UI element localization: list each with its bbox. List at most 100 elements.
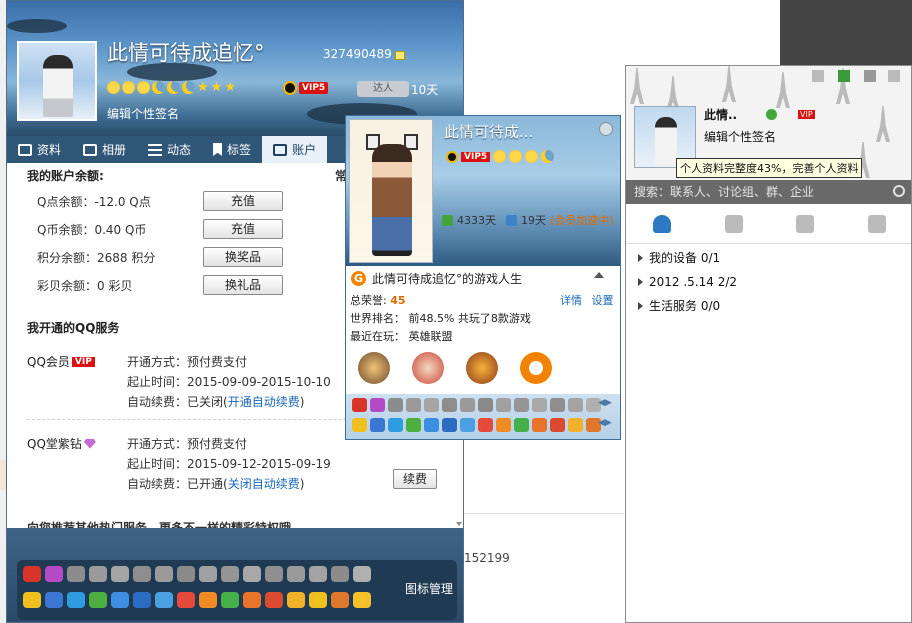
qq-show-icon[interactable] bbox=[352, 398, 367, 412]
online-status-icon[interactable] bbox=[766, 109, 777, 120]
service-icon[interactable] bbox=[442, 418, 457, 432]
game-icon[interactable] bbox=[412, 352, 444, 384]
service-icon[interactable] bbox=[568, 418, 583, 432]
service-icon[interactable] bbox=[568, 398, 583, 412]
group-life-services[interactable]: 生活服务 0/0 bbox=[626, 294, 911, 318]
service-icon[interactable] bbox=[478, 398, 493, 412]
enable-autorenew-link[interactable]: 开通自动续费 bbox=[228, 395, 300, 409]
chat-icon[interactable] bbox=[724, 214, 743, 233]
service-icon[interactable] bbox=[287, 592, 305, 608]
tab-profile[interactable]: 资料 bbox=[7, 136, 72, 163]
service-icon[interactable] bbox=[532, 398, 547, 412]
icon-page-arrows[interactable]: ◀▶ bbox=[598, 418, 612, 428]
service-icon[interactable] bbox=[89, 592, 107, 608]
redeem-gift-button[interactable]: 换礼品 bbox=[203, 275, 283, 295]
mail-icon[interactable] bbox=[177, 592, 195, 608]
service-icon[interactable] bbox=[155, 592, 173, 608]
book-icon[interactable] bbox=[265, 566, 283, 582]
service-icon[interactable] bbox=[155, 566, 173, 582]
service-icon[interactable] bbox=[199, 592, 217, 608]
tab-album[interactable]: 相册 bbox=[72, 136, 137, 163]
clover-icon[interactable] bbox=[514, 418, 529, 432]
icon-page-arrows[interactable]: ◀▶ bbox=[598, 398, 612, 408]
service-icon[interactable] bbox=[352, 418, 367, 432]
service-icon[interactable] bbox=[496, 398, 511, 412]
qq-show-avatar[interactable] bbox=[349, 119, 433, 263]
heart-icon[interactable] bbox=[353, 566, 371, 582]
clover-icon[interactable] bbox=[221, 592, 239, 608]
service-icon[interactable] bbox=[133, 566, 151, 582]
minimize-icon[interactable] bbox=[864, 70, 876, 82]
service-icon[interactable] bbox=[406, 418, 421, 432]
diamond-icon[interactable] bbox=[370, 398, 385, 412]
service-icon[interactable] bbox=[424, 418, 439, 432]
service-icon[interactable] bbox=[442, 398, 457, 412]
contacts-icon[interactable] bbox=[652, 214, 671, 233]
detail-link[interactable]: 详情 bbox=[560, 294, 582, 307]
service-icon[interactable] bbox=[388, 418, 403, 432]
diamond-icon[interactable] bbox=[45, 566, 63, 582]
service-icon[interactable] bbox=[111, 566, 129, 582]
scroll-down-arrow[interactable] bbox=[456, 522, 462, 526]
group-icon[interactable] bbox=[796, 214, 815, 233]
phone-icon[interactable] bbox=[868, 214, 887, 233]
service-icon[interactable] bbox=[514, 398, 529, 412]
search-input[interactable]: 搜索：联系人、讨论组、群、企业 bbox=[626, 180, 911, 204]
service-icon[interactable] bbox=[388, 398, 403, 412]
renew-button[interactable]: 续费 bbox=[393, 469, 437, 489]
service-icon[interactable] bbox=[221, 566, 239, 582]
service-icon[interactable] bbox=[287, 566, 305, 582]
recharge-qpoint-button[interactable]: 充值 bbox=[203, 191, 283, 211]
collapse-icon[interactable] bbox=[594, 272, 604, 278]
avatar[interactable] bbox=[17, 41, 97, 121]
daren-badge[interactable]: 达人 bbox=[357, 81, 409, 97]
service-icon[interactable] bbox=[133, 592, 151, 608]
service-icon[interactable] bbox=[532, 418, 547, 432]
disable-autorenew-link[interactable]: 关闭自动续费 bbox=[228, 477, 300, 491]
skin-icon[interactable] bbox=[812, 70, 824, 82]
service-icon[interactable] bbox=[89, 566, 107, 582]
tab-tags[interactable]: 标签 bbox=[202, 136, 262, 163]
service-icon[interactable] bbox=[67, 566, 85, 582]
icon-manager-button[interactable]: 图标管理 bbox=[405, 580, 453, 597]
service-icon[interactable] bbox=[67, 592, 85, 608]
vip-badge[interactable]: VIP bbox=[798, 110, 815, 119]
service-icon[interactable] bbox=[550, 418, 565, 432]
shield-icon[interactable] bbox=[838, 70, 850, 82]
service-icon[interactable] bbox=[406, 398, 421, 412]
service-icon[interactable] bbox=[243, 566, 261, 582]
medal-icon[interactable] bbox=[599, 122, 613, 136]
mail-icon[interactable] bbox=[478, 418, 493, 432]
search-icon[interactable] bbox=[893, 185, 905, 197]
service-icon[interactable] bbox=[370, 418, 385, 432]
service-icon[interactable] bbox=[424, 398, 439, 412]
edit-icon[interactable] bbox=[395, 51, 405, 60]
qq-show-icon[interactable] bbox=[23, 566, 41, 582]
signature[interactable]: 编辑个性签名 bbox=[107, 105, 179, 122]
service-icon[interactable] bbox=[265, 592, 283, 608]
vip-badge[interactable]: VIP5 bbox=[283, 81, 329, 95]
service-icon[interactable] bbox=[309, 566, 327, 582]
game-icon[interactable] bbox=[358, 352, 390, 384]
service-icon[interactable] bbox=[550, 398, 565, 412]
service-icon[interactable] bbox=[243, 592, 261, 608]
service-icon[interactable] bbox=[199, 566, 217, 582]
service-icon[interactable] bbox=[111, 592, 129, 608]
group-friends[interactable]: 2012 .5.14 2/2 bbox=[626, 270, 911, 294]
crown-icon[interactable] bbox=[309, 592, 327, 608]
tab-feed[interactable]: 动态 bbox=[137, 136, 202, 163]
star-icon[interactable] bbox=[23, 592, 41, 608]
redeem-prize-button[interactable]: 换奖品 bbox=[203, 247, 283, 267]
recharge-qcoin-button[interactable]: 充值 bbox=[203, 219, 283, 239]
service-icon[interactable] bbox=[331, 566, 349, 582]
service-icon[interactable] bbox=[331, 592, 349, 608]
tab-account[interactable]: 账户 bbox=[262, 136, 328, 163]
service-icon[interactable] bbox=[353, 592, 371, 608]
signature[interactable]: 编辑个性签名 bbox=[704, 128, 776, 145]
service-icon[interactable] bbox=[177, 566, 195, 582]
service-icon[interactable] bbox=[45, 592, 63, 608]
service-icon[interactable] bbox=[496, 418, 511, 432]
game-icon[interactable] bbox=[466, 352, 498, 384]
close-icon[interactable] bbox=[888, 70, 900, 82]
service-icon[interactable] bbox=[460, 418, 475, 432]
